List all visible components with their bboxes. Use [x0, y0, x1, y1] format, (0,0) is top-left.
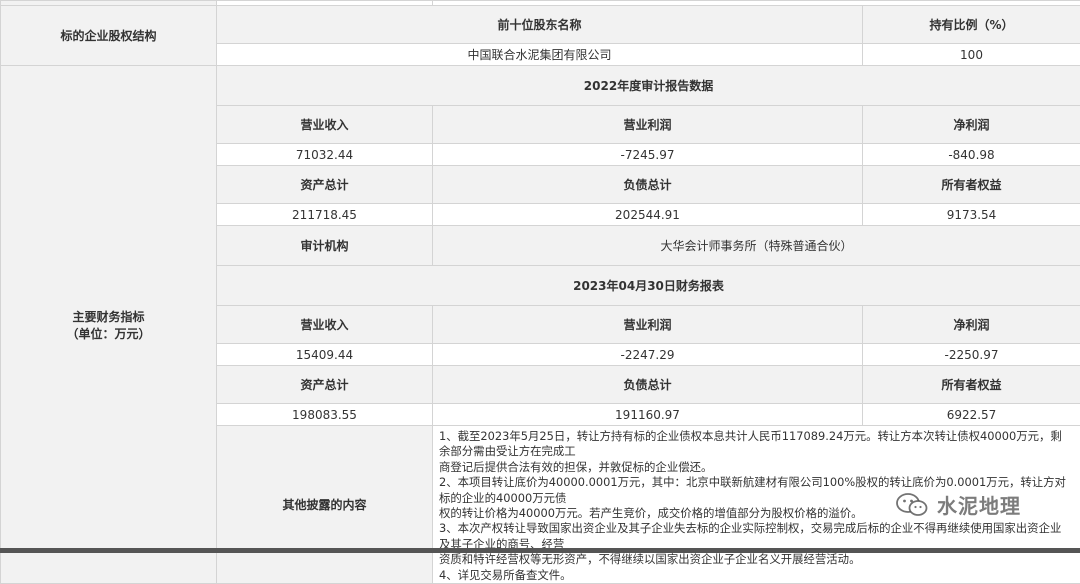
financial-label-line2: （单位：万元） [5, 325, 212, 342]
h-assets-2022: 资产总计 [217, 166, 433, 204]
revenue-2023: 15409.44 [217, 344, 433, 366]
auditor-name: 大华会计师事务所（特殊普通合伙） [433, 226, 1080, 266]
shareholder-name: 中国联合水泥集团有限公司 [217, 44, 863, 66]
ratio-col-header: 持有比例（%） [863, 6, 1080, 44]
liabilities-2023: 191160.97 [433, 404, 863, 426]
note-line: 资质和特许经营权等无形资产，不得继续以国家出资企业子企业名义开展经营活动。 [439, 552, 1072, 567]
financial-label-line1: 主要财务指标 [5, 308, 212, 325]
bottom-bar [0, 548, 1080, 553]
other-disclosure-content: 1、截至2023年5月25日，转让方持有标的企业债权本息共计人民币117089.… [433, 426, 1080, 584]
shareholder-col-header: 前十位股东名称 [217, 6, 863, 44]
equity-2022: 9173.54 [863, 204, 1080, 226]
op-profit-2022: -7245.97 [433, 144, 863, 166]
h-assets-2023: 资产总计 [217, 366, 433, 404]
h-equity-2022: 所有者权益 [863, 166, 1080, 204]
audit2022-title-row: 主要财务指标 （单位：万元） 2022年度审计报告数据 [1, 66, 1080, 106]
net-profit-2022: -840.98 [863, 144, 1080, 166]
note-line: 权的转让价格为40000万元。若产生竞价，成交价格的增值部分为股权价格的溢价。 [439, 506, 1072, 521]
h-op-profit-2022: 营业利润 [433, 106, 863, 144]
financial-row-label: 主要财务指标 （单位：万元） [1, 66, 217, 584]
equity-2023: 6922.57 [863, 404, 1080, 426]
revenue-2022: 71032.44 [217, 144, 433, 166]
equity-header-row: 标的企业股权结构 前十位股东名称 持有比例（%） [1, 6, 1080, 44]
h-net-profit-2022: 净利润 [863, 106, 1080, 144]
assets-2023: 198083.55 [217, 404, 433, 426]
audit2022-title: 2022年度审计报告数据 [217, 66, 1080, 106]
h-revenue-2022: 营业收入 [217, 106, 433, 144]
h-liabilities-2023: 负债总计 [433, 366, 863, 404]
note-line: 1、截至2023年5月25日，转让方持有标的企业债权本息共计人民币117089.… [439, 429, 1072, 460]
equity-row-label: 标的企业股权结构 [1, 6, 217, 66]
disclosure-table: 标的企业股权结构 前十位股东名称 持有比例（%） 中国联合水泥集团有限公司 10… [0, 0, 1080, 584]
holding-ratio: 100 [863, 44, 1080, 66]
op-profit-2023: -2247.29 [433, 344, 863, 366]
liabilities-2022: 202544.91 [433, 204, 863, 226]
note-line: 4、详见交易所备查文件。 [439, 568, 1072, 583]
h-revenue-2023: 营业收入 [217, 306, 433, 344]
h-auditor: 审计机构 [217, 226, 433, 266]
h-liabilities-2022: 负债总计 [433, 166, 863, 204]
note-line: 2、本项目转让底价为40000.0001万元，其中：北京中联新航建材有限公司10… [439, 475, 1072, 506]
h-net-profit-2023: 净利润 [863, 306, 1080, 344]
h-op-profit-2023: 营业利润 [433, 306, 863, 344]
report2023-title: 2023年04月30日财务报表 [217, 266, 1080, 306]
h-equity-2023: 所有者权益 [863, 366, 1080, 404]
net-profit-2023: -2250.97 [863, 344, 1080, 366]
note-line: 商登记后提供合法有效的担保，并敦促标的企业偿还。 [439, 460, 1072, 475]
assets-2022: 211718.45 [217, 204, 433, 226]
other-row-label: 其他披露的内容 [217, 426, 433, 584]
